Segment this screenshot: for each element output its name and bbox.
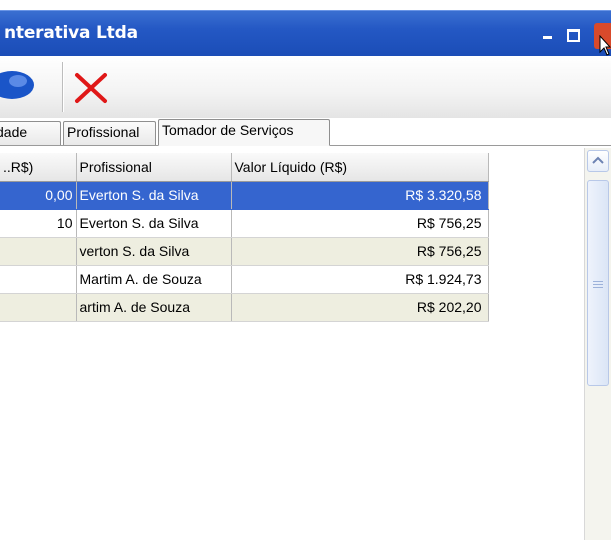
scroll-up-button[interactable] (587, 150, 609, 172)
tab-dade[interactable]: dade (0, 121, 61, 145)
chevron-up-icon (592, 156, 604, 164)
toolbar (0, 56, 611, 118)
torn-overlay (0, 146, 600, 540)
vertical-scrollbar[interactable] (584, 148, 611, 540)
tab-profissional[interactable]: Profissional (63, 121, 156, 145)
tab-strip: dade Profissional Tomador de Serviços (0, 118, 611, 146)
minimize-icon[interactable] (543, 36, 552, 39)
mouse-cursor-icon (599, 35, 611, 56)
x-icon[interactable] (74, 72, 108, 104)
window-title-bar[interactable]: nterativa Ltda (0, 10, 611, 56)
scroll-thumb[interactable] (587, 180, 609, 386)
toolbar-separator (62, 62, 64, 112)
globe-icon[interactable] (0, 70, 36, 100)
tab-tomador-de-servicos[interactable]: Tomador de Serviços (158, 119, 330, 146)
maximize-icon[interactable] (567, 29, 580, 42)
scroll-grip (593, 281, 603, 282)
window-title: nterativa Ltda (4, 23, 138, 43)
